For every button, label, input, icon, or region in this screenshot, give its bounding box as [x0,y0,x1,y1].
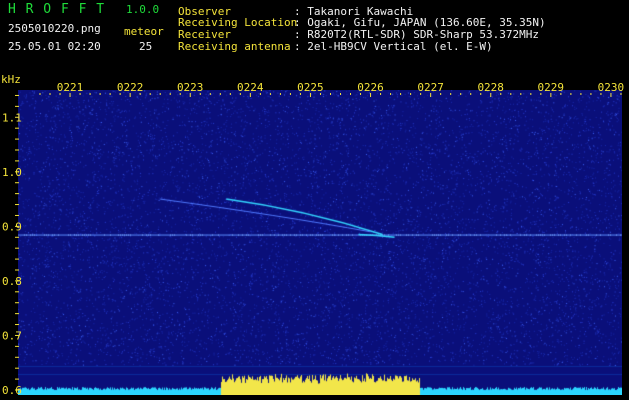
spectrogram-plot [18,90,622,395]
info-receiver-value: : R820T2(RTL-SDR) SDR-Sharp 53.372MHz [294,28,540,41]
meteor-count: 25 [139,40,153,53]
y-axis-unit-label: kHz [1,73,21,86]
info-antenna-value: : 2el-HB9CV Vertical (el. E-W) [294,40,493,53]
info-antenna-label: Receiving antenna [178,40,291,53]
spectrogram-canvas [18,90,622,395]
info-location-label: Receiving Location [178,16,298,29]
file-name: 2505010220.png [8,22,101,35]
app-title: H R O F F T [8,2,106,17]
app-version: 1.0.0 [126,3,160,16]
info-receiver-label: Receiver [178,28,231,41]
meteor-label: meteor [124,25,164,38]
info-location-value: : Ogaki, Gifu, JAPAN (136.60E, 35.35N) [294,16,546,29]
timestamp: 25.05.01 02:20 [8,40,101,53]
